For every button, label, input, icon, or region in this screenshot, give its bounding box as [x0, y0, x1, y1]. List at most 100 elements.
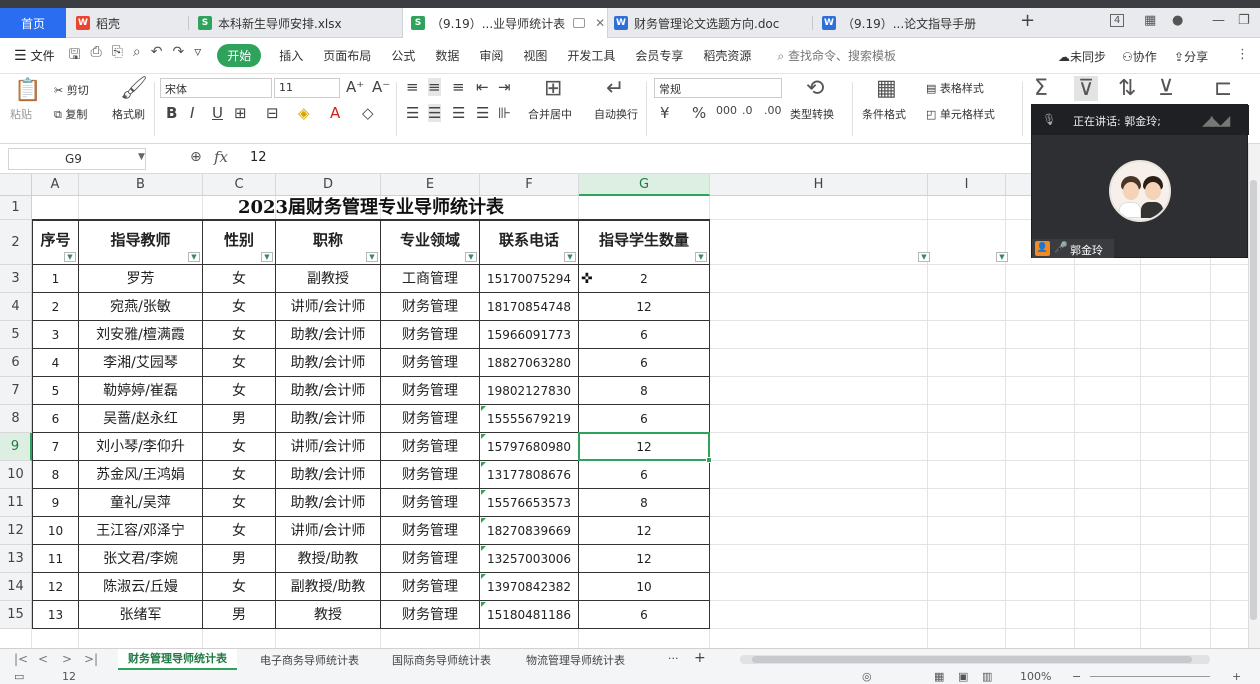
row-header[interactable]: 8 — [0, 405, 32, 433]
page-break-view-icon[interactable]: ▥ — [982, 670, 992, 683]
menu-home[interactable]: 开始 — [217, 44, 262, 67]
column-header[interactable]: A — [32, 174, 79, 196]
sheet-tab-finance[interactable]: 财务管理导师统计表 — [118, 649, 237, 670]
more-sheets-button[interactable]: ··· — [668, 652, 679, 665]
table-cell[interactable]: 5 — [32, 377, 79, 405]
increase-font-icon[interactable]: A⁺ — [346, 78, 364, 96]
vertical-scrollbar[interactable] — [1250, 180, 1257, 620]
user-avatar-icon[interactable]: ● — [1172, 13, 1183, 28]
table-cell[interactable]: 女 — [203, 433, 276, 461]
table-cell[interactable]: 财务管理 — [381, 601, 480, 629]
menu-view[interactable]: 视图 — [523, 47, 547, 64]
meeting-overlay[interactable]: 🎙 正在讲话: 郭金玲; ◢◣◢ 👤 🎤 郭金玲 — [1031, 104, 1249, 258]
table-cell[interactable]: 1 — [32, 265, 79, 293]
justify-icon[interactable]: ☰ — [476, 104, 489, 122]
table-cell[interactable]: 12 — [32, 573, 79, 601]
wrap-text-button[interactable]: 自动换行 — [594, 106, 638, 122]
column-header[interactable]: F — [480, 174, 579, 196]
merge-center-button[interactable]: 合并居中 — [528, 106, 572, 122]
table-cell[interactable]: 讲师/会计师 — [276, 433, 381, 461]
thousands-icon[interactable]: 000 — [716, 104, 737, 117]
table-cell[interactable]: 财务管理 — [381, 405, 480, 433]
row-header[interactable]: 11 — [0, 489, 32, 517]
type-convert-button[interactable]: 类型转换 — [790, 106, 834, 122]
row-header[interactable]: 12 — [0, 517, 32, 545]
table-cell[interactable]: 财务管理 — [381, 489, 480, 517]
zoom-out-icon[interactable]: − — [1072, 670, 1081, 683]
tab-new-student-tutor[interactable]: S 本科新生导师安排.xlsx — [198, 8, 398, 38]
table-cell[interactable]: 6 — [32, 405, 79, 433]
save-icon[interactable]: 🖫 — [69, 44, 81, 68]
table-cell[interactable]: 苏金风/王鸿娟 — [79, 461, 203, 489]
sum-icon[interactable]: Σ — [1034, 76, 1048, 101]
column-header[interactable]: D — [276, 174, 381, 196]
filter-dropdown-icon[interactable]: ▼ — [261, 252, 273, 262]
table-cell[interactable]: 男 — [203, 405, 276, 433]
table-cell[interactable]: 助教/会计师 — [276, 377, 381, 405]
table-cell[interactable]: 8 — [579, 377, 710, 405]
add-sheet-button[interactable]: + — [694, 650, 706, 666]
tab-home[interactable]: 首页 — [0, 8, 66, 38]
copy-button[interactable]: ⧉ 复制 — [54, 106, 87, 122]
table-cell[interactable]: 6 — [579, 321, 710, 349]
table-cell[interactable]: 助教/会计师 — [276, 489, 381, 517]
cut-button[interactable]: ✂ 剪切 — [54, 82, 89, 98]
table-cell[interactable]: 10 — [579, 573, 710, 601]
table-cell[interactable]: 讲师/会计师 — [276, 517, 381, 545]
zoom-level[interactable]: 100% — [1020, 670, 1051, 683]
table-cell[interactable]: 13177808676 — [480, 461, 579, 489]
row-header[interactable]: 1 — [0, 196, 32, 220]
sync-status[interactable]: ☁未同步 — [1058, 48, 1106, 65]
font-size-select[interactable]: 11 — [274, 78, 340, 98]
sheet-tab-logistics[interactable]: 物流管理导师统计表 — [526, 652, 625, 668]
collaborate-button[interactable]: ⚇协作 — [1122, 48, 1157, 65]
table-header-cell[interactable]: 指导学生数量 — [579, 220, 710, 265]
column-header[interactable]: E — [381, 174, 480, 196]
table-cell[interactable]: 18170854748 — [480, 293, 579, 321]
paste-button[interactable]: 粘贴 — [10, 106, 32, 122]
table-cell[interactable]: 13257003006 — [480, 545, 579, 573]
table-cell[interactable]: 女 — [203, 517, 276, 545]
table-cell[interactable]: 7 — [32, 433, 79, 461]
table-cell[interactable]: 财务管理 — [381, 433, 480, 461]
table-cell[interactable]: 女 — [203, 265, 276, 293]
increase-decimal-icon[interactable]: .0 — [742, 104, 753, 117]
merge-center-icon[interactable]: ⊞ — [544, 76, 562, 101]
print-preview-icon[interactable]: ⌕ — [133, 44, 141, 68]
format-painter-button[interactable]: 格式刷 — [112, 106, 145, 122]
command-search[interactable]: ⌕ 查找命令、搜索模板 — [777, 47, 896, 64]
table-cell[interactable]: 助教/会计师 — [276, 405, 381, 433]
table-title[interactable]: 2023届财务管理专业导师统计表 — [32, 196, 710, 220]
table-cell[interactable]: 女 — [203, 573, 276, 601]
row-header[interactable]: 2 — [0, 220, 32, 265]
table-cell[interactable]: 男 — [203, 545, 276, 573]
menu-docer-resources[interactable]: 稻壳资源 — [703, 47, 751, 64]
table-cell[interactable]: 李湘/艾园琴 — [79, 349, 203, 377]
table-cell[interactable]: 3 — [32, 321, 79, 349]
paste-icon[interactable]: 📋 — [14, 78, 41, 103]
menu-formulas[interactable]: 公式 — [391, 47, 415, 64]
align-top-icon[interactable]: ≡ — [406, 78, 419, 96]
sheet-tab-ecommerce[interactable]: 电子商务导师统计表 — [260, 652, 359, 668]
freeze-icon[interactable]: ⊏ — [1214, 76, 1232, 101]
table-cell[interactable]: 童礼/吴萍 — [79, 489, 203, 517]
table-cell[interactable]: 6 — [579, 461, 710, 489]
table-cell[interactable]: 财务管理 — [381, 293, 480, 321]
table-cell[interactable]: 女 — [203, 461, 276, 489]
zoom-in-icon[interactable]: + — [1232, 670, 1241, 683]
customize-icon[interactable]: ▿ — [194, 44, 201, 68]
font-name-select[interactable]: 宋体 — [160, 78, 272, 98]
italic-icon[interactable]: I — [190, 104, 194, 122]
filter-icon[interactable]: ⊽ — [1074, 76, 1099, 101]
table-cell[interactable]: 讲师/会计师 — [276, 293, 381, 321]
column-header[interactable]: B — [79, 174, 203, 196]
table-cell[interactable]: 13 — [32, 601, 79, 629]
table-cell[interactable]: 2 — [579, 265, 710, 293]
table-cell[interactable]: 6 — [579, 601, 710, 629]
currency-icon[interactable]: ¥ — [660, 104, 670, 122]
table-cell[interactable]: 11 — [32, 545, 79, 573]
font-color-icon[interactable]: A — [330, 104, 340, 122]
indent-increase-icon[interactable]: ⇥ — [498, 78, 511, 96]
column-header[interactable]: G — [579, 174, 710, 196]
close-icon[interactable]: ✕ — [595, 16, 605, 30]
